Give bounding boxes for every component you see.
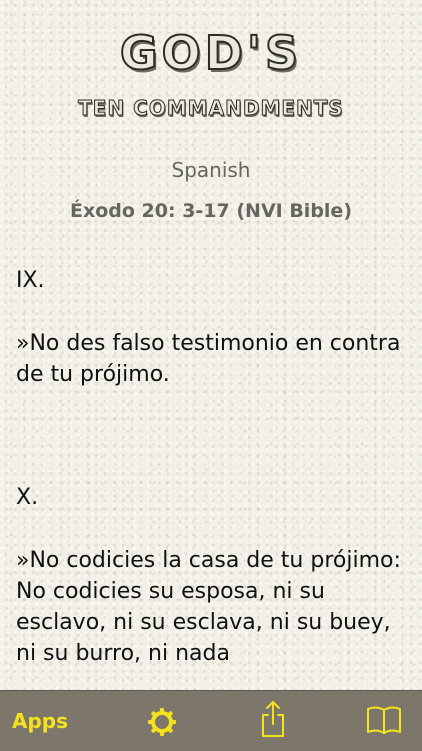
commandment-text: »No codicies la casa de tu prójimo: No c… (16, 548, 401, 666)
commandments-list: IX. »No des falso testimonio en contra d… (16, 265, 412, 669)
bottom-toolbar: Apps (0, 690, 422, 751)
share-icon (262, 701, 284, 737)
share-button[interactable] (258, 699, 288, 739)
commandment-item: X. »No codicies la casa de tu prójimo: N… (16, 482, 412, 669)
app-logo-title: GOD'S (119, 25, 303, 81)
commandment-number: IX. (16, 268, 45, 293)
app-logo-subtitle: TEN COMMANDMENTS (78, 96, 344, 121)
commandment-text: »No des falso testimonio en contra de tu… (16, 331, 401, 387)
settings-button[interactable] (147, 707, 177, 737)
gear-icon (148, 708, 176, 736)
bookmarks-button[interactable] (366, 705, 402, 735)
commandment-item: IX. »No des falso testimonio en contra d… (16, 265, 412, 390)
book-icon (367, 706, 401, 734)
scroll-content[interactable]: GOD'S TEN COMMANDMENTS Spanish Éxodo 20:… (0, 0, 422, 690)
apps-button[interactable]: Apps (12, 709, 68, 733)
bible-reference: Éxodo 20: 3-17 (NVI Bible) (69, 200, 353, 222)
language-label: Spanish (171, 158, 251, 182)
commandment-number: X. (16, 485, 39, 510)
